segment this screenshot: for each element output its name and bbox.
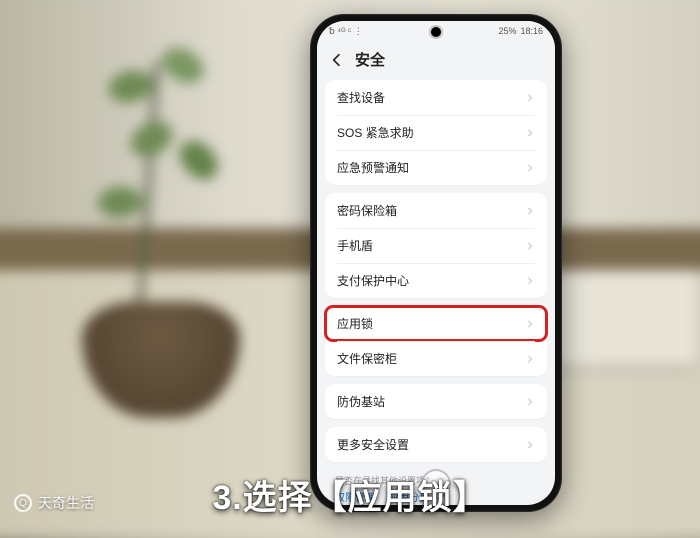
phone-screen: ␢ ⁴ᴳ ᶜ ⋮ 25% 18:16 安全 查找设备 SOS 紧急求助应急预警通知… bbox=[317, 21, 555, 505]
row-label: 防伪基站 bbox=[337, 393, 385, 410]
settings-group: 更多安全设置 bbox=[325, 427, 547, 462]
chevron-right-icon bbox=[525, 397, 535, 407]
row-fake-base-station[interactable]: 防伪基站 bbox=[325, 384, 547, 419]
page-title: 安全 bbox=[355, 49, 385, 70]
battery-percent: 25% bbox=[498, 26, 516, 36]
status-time: 18:16 bbox=[520, 26, 543, 36]
row-emergency-alert[interactable]: 应急预警通知 bbox=[325, 150, 547, 185]
row-label: 更多安全设置 bbox=[337, 436, 409, 453]
chevron-right-icon bbox=[525, 354, 535, 364]
row-label: 文件保密柜 bbox=[337, 350, 397, 367]
row-find-device[interactable]: 查找设备 bbox=[325, 80, 547, 115]
row-app-lock[interactable]: 应用锁 bbox=[325, 306, 547, 341]
row-label: 应用锁 bbox=[337, 315, 373, 332]
row-label: 应急预警通知 bbox=[337, 159, 409, 176]
step-caption: 3.选择【应用锁】 bbox=[0, 470, 700, 519]
settings-group: 密码保险箱手机盾支付保护中心 bbox=[325, 193, 547, 298]
chevron-right-icon bbox=[525, 93, 535, 103]
row-sos[interactable]: SOS 紧急求助 bbox=[325, 115, 547, 150]
watermark-logo-icon: Q bbox=[14, 494, 32, 512]
chevron-right-icon bbox=[525, 163, 535, 173]
row-phone-shield[interactable]: 手机盾 bbox=[325, 228, 547, 263]
row-password-vault[interactable]: 密码保险箱 bbox=[325, 193, 547, 228]
row-label: 查找设备 bbox=[337, 89, 385, 106]
row-label: 支付保护中心 bbox=[337, 272, 409, 289]
chevron-right-icon bbox=[525, 440, 535, 450]
row-file-safe[interactable]: 文件保密柜 bbox=[325, 341, 547, 376]
phone-frame: ␢ ⁴ᴳ ᶜ ⋮ 25% 18:16 安全 查找设备 SOS 紧急求助应急预警通知… bbox=[310, 14, 562, 512]
row-label: 手机盾 bbox=[337, 237, 373, 254]
page-header: 安全 bbox=[317, 41, 555, 80]
settings-group: 应用锁文件保密柜 bbox=[325, 306, 547, 376]
settings-group: 查找设备 SOS 紧急求助应急预警通知 bbox=[325, 80, 547, 185]
front-camera bbox=[431, 27, 441, 37]
chevron-right-icon bbox=[525, 319, 535, 329]
row-payment-protection[interactable]: 支付保护中心 bbox=[325, 263, 547, 298]
watermark-text: 天奇生活 bbox=[38, 493, 94, 513]
row-more-security[interactable]: 更多安全设置 bbox=[325, 427, 547, 462]
watermark: Q 天奇生活 bbox=[14, 493, 94, 513]
chevron-right-icon bbox=[525, 241, 535, 251]
chevron-right-icon bbox=[525, 206, 535, 216]
settings-group: 防伪基站 bbox=[325, 384, 547, 419]
back-icon[interactable] bbox=[329, 52, 345, 68]
chevron-right-icon bbox=[525, 276, 535, 286]
row-label: SOS 紧急求助 bbox=[337, 124, 414, 141]
chevron-right-icon bbox=[525, 128, 535, 138]
status-left: ␢ ⁴ᴳ ᶜ ⋮ bbox=[329, 26, 363, 37]
settings-list[interactable]: 查找设备 SOS 紧急求助应急预警通知密码保险箱手机盾支付保护中心应用锁文件保密柜… bbox=[317, 80, 555, 505]
row-label: 密码保险箱 bbox=[337, 202, 397, 219]
